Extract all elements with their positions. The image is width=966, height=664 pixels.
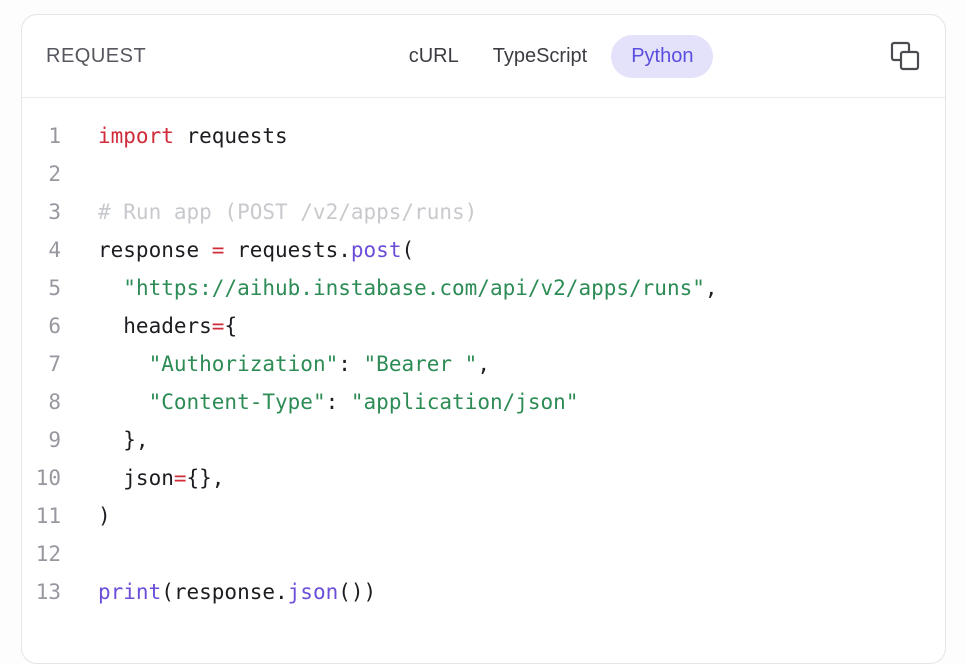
line-number: 9 <box>22 421 61 459</box>
code-line: 3 # Run app (POST /v2/apps/runs) <box>22 193 945 231</box>
copy-icon <box>890 41 920 71</box>
line-number: 3 <box>22 193 61 231</box>
line-number: 4 <box>22 231 61 269</box>
code-line: 2 <box>22 155 945 193</box>
code-line-text: "Content-Type": "application/json" <box>98 383 578 421</box>
code-line-text: json={}, <box>98 459 224 497</box>
line-number: 1 <box>22 117 61 155</box>
token-plain: : <box>338 352 363 376</box>
token-plain: response <box>98 238 212 262</box>
line-number: 13 <box>22 573 61 611</box>
code-block: 1 import requests 23 # Run app (POST /v2/ap… <box>22 98 945 635</box>
code-line: 4 response = requests.post( <box>22 231 945 269</box>
token-plain: : <box>326 390 351 414</box>
panel-title: REQUEST <box>46 45 146 68</box>
token-comment: # Run app (POST /v2/apps/runs) <box>98 200 477 224</box>
tab-typescript[interactable]: TypeScript <box>483 35 597 78</box>
token-plain: requests <box>174 124 288 148</box>
tab-python[interactable]: Python <box>611 35 713 78</box>
token-plain: , <box>705 276 718 300</box>
token-keyword: import <box>98 124 174 148</box>
line-number: 11 <box>22 497 61 535</box>
line-number: 10 <box>22 459 61 497</box>
token-string: "application/json" <box>351 390 579 414</box>
token-plain: headers <box>98 314 212 338</box>
copy-button[interactable] <box>890 41 920 71</box>
token-string: "https://aihub.instabase.com/api/v2/apps… <box>123 276 705 300</box>
token-string: "Authorization" <box>149 352 339 376</box>
token-func: print <box>98 580 161 604</box>
token-string: "Bearer " <box>364 352 478 376</box>
line-number: 5 <box>22 269 61 307</box>
code-line: 1 import requests <box>22 117 945 155</box>
request-panel-header: REQUEST cURL TypeScript Python <box>22 15 945 98</box>
code-line: 5 "https://aihub.instabase.com/api/v2/ap… <box>22 269 945 307</box>
line-number: 12 <box>22 535 61 573</box>
token-plain <box>98 352 149 376</box>
token-op: = <box>212 314 225 338</box>
token-plain: ( <box>401 238 414 262</box>
token-plain <box>98 390 149 414</box>
token-plain: { <box>224 314 237 338</box>
token-plain <box>98 276 123 300</box>
code-line-text: # Run app (POST /v2/apps/runs) <box>98 193 477 231</box>
code-line-text: import requests <box>98 117 288 155</box>
code-line-text: print(response.json()) <box>98 573 376 611</box>
line-number: 7 <box>22 345 61 383</box>
code-line: 10 json={}, <box>22 459 945 497</box>
token-func: json <box>288 580 339 604</box>
token-plain: (response. <box>161 580 287 604</box>
code-line: 11) <box>22 497 945 535</box>
code-line-text: "https://aihub.instabase.com/api/v2/apps… <box>98 269 718 307</box>
code-line-text: }, <box>98 421 149 459</box>
token-plain: requests. <box>224 238 350 262</box>
token-string: "Content-Type" <box>149 390 326 414</box>
token-op: = <box>174 466 187 490</box>
token-func: post <box>351 238 402 262</box>
token-plain: , <box>477 352 490 376</box>
code-line-text: ) <box>98 497 111 535</box>
token-plain: json <box>98 466 174 490</box>
token-plain: {}, <box>187 466 225 490</box>
token-plain: }, <box>98 428 149 452</box>
code-line: 8 "Content-Type": "application/json" <box>22 383 945 421</box>
code-line: 13 print(response.json()) <box>22 573 945 611</box>
code-line: 12 <box>22 535 945 573</box>
code-line: 9 }, <box>22 421 945 459</box>
code-line-text: "Authorization": "Bearer ", <box>98 345 490 383</box>
line-number: 8 <box>22 383 61 421</box>
tab-curl[interactable]: cURL <box>399 35 469 78</box>
line-number: 6 <box>22 307 61 345</box>
code-line: 7 "Authorization": "Bearer ", <box>22 345 945 383</box>
line-number: 2 <box>22 155 61 193</box>
language-tabs: cURL TypeScript Python <box>399 35 714 78</box>
code-line-text: response = requests.post( <box>98 231 414 269</box>
code-line-text: headers={ <box>98 307 237 345</box>
token-op: = <box>212 238 225 262</box>
token-plain: ()) <box>338 580 376 604</box>
token-plain: ) <box>98 504 111 528</box>
code-line: 6 headers={ <box>22 307 945 345</box>
request-panel: REQUEST cURL TypeScript Python 1 import req… <box>21 14 946 664</box>
